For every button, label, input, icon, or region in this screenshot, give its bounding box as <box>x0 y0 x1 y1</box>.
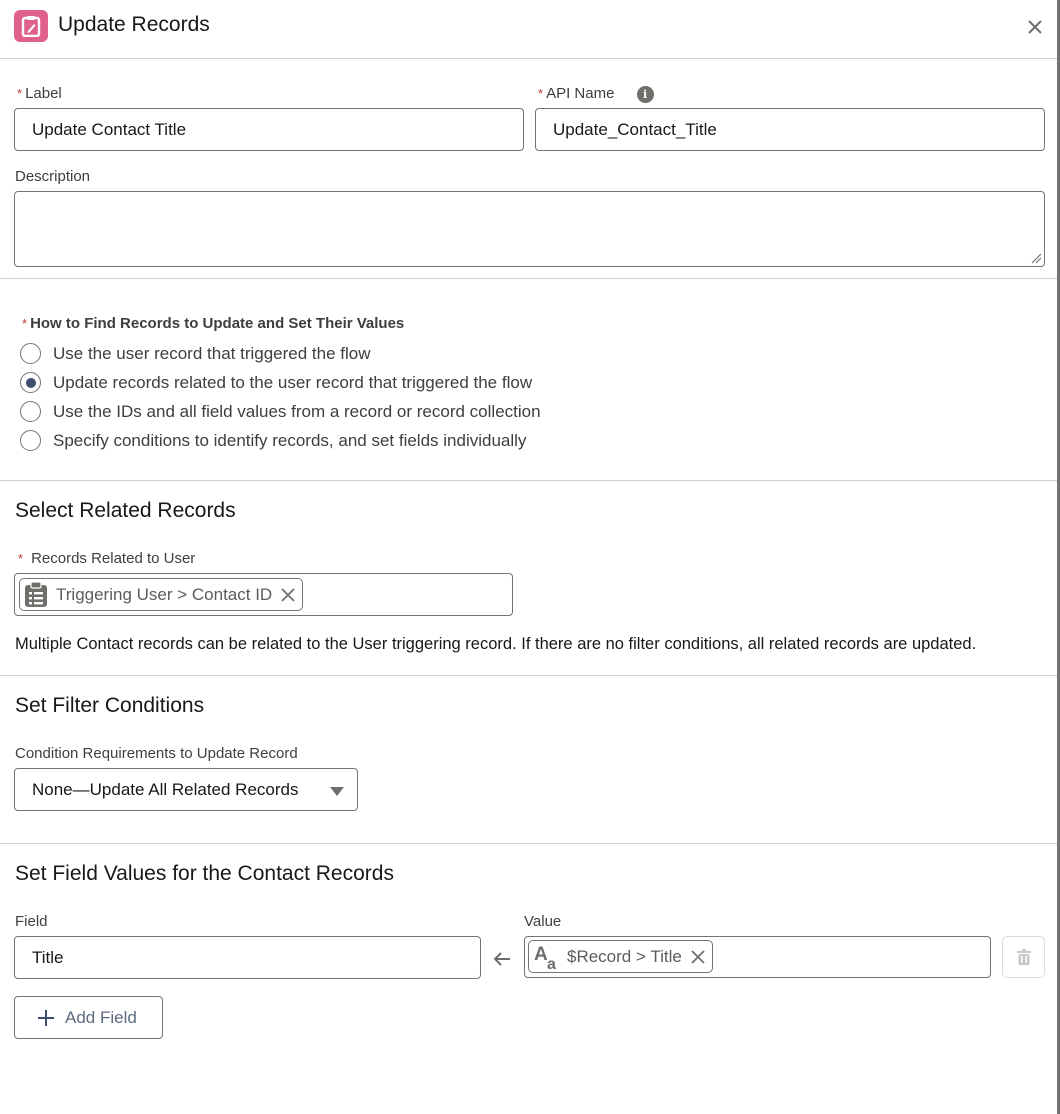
remove-pill-button[interactable] <box>280 587 296 603</box>
close-icon <box>691 949 705 964</box>
add-field-button[interactable]: Add Field <box>14 996 163 1039</box>
radio-dot <box>25 377 36 388</box>
plus-icon <box>38 1009 54 1026</box>
condition-requirements-label: Condition Requirements to Update Record <box>15 745 298 762</box>
radio-button[interactable] <box>20 430 41 451</box>
chevron-down-icon <box>330 787 344 796</box>
radio-option-specify-conditions[interactable]: Specify conditions to identify records, … <box>20 430 526 451</box>
field-input[interactable]: Title <box>14 936 481 979</box>
radio-label: Update records related to the user recor… <box>53 372 533 392</box>
radio-option-record-collection[interactable]: Use the IDs and all field values from a … <box>20 401 541 422</box>
divider <box>0 278 1057 279</box>
radio-button[interactable] <box>20 401 41 422</box>
radio-label: Specify conditions to identify records, … <box>53 430 527 450</box>
panel-header: Update Records <box>0 0 1057 59</box>
clipboard-edit-icon <box>14 10 48 42</box>
api-name-input[interactable]: Update_Contact_Title <box>535 108 1045 151</box>
pill-text: Triggering User > Contact ID <box>56 584 273 604</box>
update-records-panel: Update Records * Label Update Contact Tit… <box>0 0 1060 1114</box>
related-records-help-text: Multiple Contact records can be related … <box>15 635 977 653</box>
api-name-field-label: * API Name i <box>538 85 654 103</box>
resource-pill[interactable]: Triggering User > Contact ID <box>19 578 304 611</box>
required-mark: * <box>538 86 544 101</box>
divider <box>0 843 1057 844</box>
select-value: None—Update All Related Records <box>32 779 299 799</box>
panel-title: Update Records <box>58 13 210 36</box>
close-icon <box>281 587 295 602</box>
info-icon[interactable]: i <box>636 85 654 103</box>
radio-option-related-records[interactable]: Update records related to the user recor… <box>20 372 532 393</box>
value-input[interactable]: A a $Record > Title <box>524 936 991 978</box>
field-values-title: Set Field Values for the Contact Records <box>15 862 394 885</box>
required-mark: * <box>22 316 28 331</box>
api-name-label-text: API Name <box>546 85 615 102</box>
label-field-label: * Label <box>17 85 62 102</box>
required-mark: * <box>18 551 24 566</box>
records-related-label: * Records Related to User <box>18 550 195 567</box>
divider <box>0 480 1057 481</box>
pill-text: $Record > Title <box>567 946 682 966</box>
field-input-value: Title <box>32 947 64 967</box>
radio-label: Use the user record that triggered the f… <box>53 343 371 363</box>
condition-requirements-select[interactable]: None—Update All Related Records <box>14 768 358 811</box>
filter-conditions-title: Set Filter Conditions <box>15 694 205 717</box>
description-textarea[interactable] <box>14 191 1045 267</box>
label-input[interactable]: Update Contact Title <box>14 108 524 151</box>
arrow-left-icon <box>493 952 510 966</box>
svg-text:A: A <box>534 944 548 965</box>
description-label: Description <box>15 168 91 185</box>
radio-option-triggering-user[interactable]: Use the user record that triggered the f… <box>20 343 371 364</box>
close-icon <box>1028 20 1042 34</box>
record-lookup-icon <box>25 581 47 607</box>
value-column-label: Value <box>524 913 562 930</box>
svg-text:a: a <box>547 956 556 971</box>
remove-pill-button[interactable] <box>690 949 706 965</box>
radio-label: Use the IDs and all field values from a … <box>53 401 541 421</box>
records-related-input[interactable]: Triggering User > Contact ID <box>14 573 513 616</box>
radio-button-checked[interactable] <box>20 372 41 393</box>
text-type-icon: A a <box>534 944 556 971</box>
radio-button[interactable] <box>20 343 41 364</box>
field-column-label: Field <box>15 913 48 930</box>
api-name-input-value: Update_Contact_Title <box>553 119 717 139</box>
select-related-records-title: Select Related Records <box>15 499 236 522</box>
value-resource-pill[interactable]: A a $Record > Title <box>528 940 713 973</box>
label-input-value: Update Contact Title <box>32 119 187 139</box>
divider <box>0 675 1057 676</box>
delete-row-button[interactable] <box>1002 936 1045 978</box>
close-button[interactable] <box>1024 16 1046 38</box>
add-field-label: Add Field <box>65 1007 137 1027</box>
trash-icon <box>1016 949 1031 965</box>
find-records-label: * How to Find Records to Update and Set T… <box>22 315 404 332</box>
resize-handle-icon[interactable] <box>1030 252 1042 264</box>
label-text: Label <box>25 85 62 102</box>
find-records-label-text: How to Find Records to Update and Set Th… <box>30 315 405 332</box>
required-mark: * <box>17 86 23 101</box>
records-related-label-text: Records Related to User <box>31 550 196 567</box>
